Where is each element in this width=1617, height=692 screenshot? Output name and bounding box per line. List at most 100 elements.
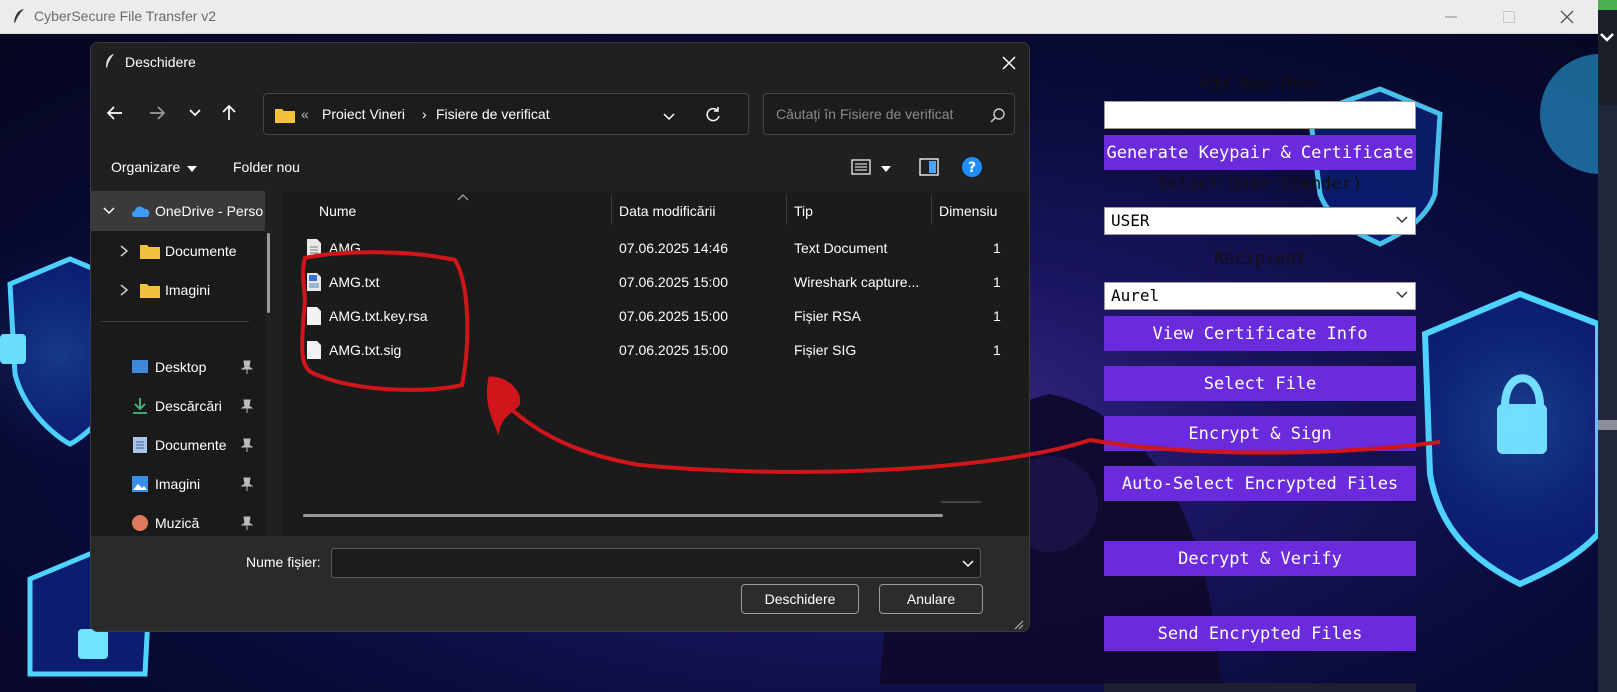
breadcrumb-overflow-icon[interactable]: «: [301, 106, 309, 122]
app-title: CyberSecure File Transfer v2: [34, 8, 217, 24]
organize-button[interactable]: Organizare: [111, 159, 180, 175]
close-dialog-icon[interactable]: [1001, 55, 1017, 71]
folder-icon: [140, 245, 160, 259]
file-date: 07.06.2025 15:00: [619, 342, 728, 358]
send-encrypted-button[interactable]: Send Encrypted Files: [1104, 616, 1416, 651]
back-arrow-icon[interactable]: [105, 103, 125, 123]
maximize-button[interactable]: [1480, 0, 1538, 34]
chevron-right-icon[interactable]: [119, 284, 129, 296]
app-titlebar: CyberSecure File Transfer v2: [0, 0, 1617, 34]
encrypt-sign-button[interactable]: Encrypt & Sign: [1104, 416, 1416, 451]
cancel-button[interactable]: Anulare: [879, 584, 983, 614]
chevron-down-icon[interactable]: [103, 207, 115, 215]
wireshark-file-icon: [307, 273, 321, 291]
caret-down-icon[interactable]: [881, 166, 891, 172]
file-row[interactable]: AMG.txt.key.rsa 07.06.2025 15:00 Fișier …: [281, 299, 1029, 333]
nav-item-imagini-quick[interactable]: Imagini: [91, 466, 265, 502]
forward-arrow-icon[interactable]: [147, 103, 167, 123]
file-type: Wireshark capture...: [794, 274, 920, 290]
chevron-down-icon[interactable]: [962, 560, 974, 568]
background-window-edge: [1598, 0, 1617, 10]
file-size: 1: [993, 240, 1001, 256]
nav-item-documente-quick[interactable]: Documente: [91, 427, 265, 463]
breadcrumb-item[interactable]: Fisiere de verificat: [436, 106, 550, 122]
file-row[interactable]: AMG.txt 07.06.2025 15:00 Wireshark captu…: [281, 265, 1029, 299]
minimize-icon: [1445, 16, 1457, 18]
dialog-toolbar: Organizare Folder nou ?: [91, 145, 1029, 191]
column-header-type[interactable]: Tip: [794, 203, 813, 219]
auto-select-button[interactable]: Auto-Select Encrypted Files: [1104, 466, 1416, 501]
sender-select[interactable]: USER: [1104, 207, 1416, 235]
nav-item-imagini[interactable]: Imagini: [91, 272, 265, 308]
breadcrumb-separator-icon: ›: [422, 106, 427, 122]
column-divider[interactable]: [931, 195, 932, 225]
text-file-icon: [307, 239, 321, 257]
new-user-input[interactable]: [1104, 101, 1416, 129]
minimize-button[interactable]: [1422, 0, 1480, 34]
dialog-titlebar: Deschidere: [91, 43, 1029, 81]
help-icon[interactable]: ?: [961, 156, 983, 178]
open-button[interactable]: Deschidere: [741, 584, 859, 614]
open-file-dialog: Deschidere « Proiect Vineri › Fisiere de…: [90, 42, 1030, 632]
nav-item-label: Imagini: [155, 476, 201, 492]
filename-input[interactable]: [331, 548, 981, 578]
view-certificate-button[interactable]: View Certificate Info: [1104, 316, 1416, 351]
nav-item-muzica[interactable]: Muzică: [91, 505, 265, 536]
new-folder-button[interactable]: Folder nou: [233, 159, 300, 175]
file-name: AMG.txt.sig: [329, 342, 402, 358]
nav-item-label: Documente: [165, 243, 237, 259]
horizontal-scrollbar-thumb[interactable]: [303, 514, 943, 517]
select-file-button[interactable]: Select File: [1104, 366, 1416, 401]
file-name: AMG.txt: [329, 274, 380, 290]
address-bar[interactable]: « Proiect Vineri › Fisiere de verificat: [263, 93, 749, 135]
pin-icon: [241, 438, 253, 452]
document-icon: [133, 437, 147, 453]
nav-item-descarcari[interactable]: Descărcări: [91, 388, 265, 424]
recent-locations-chevron-icon[interactable]: [185, 103, 205, 123]
generic-file-icon: [307, 307, 321, 325]
nav-item-onedrive[interactable]: OneDrive - Perso: [91, 193, 265, 229]
nav-item-desktop[interactable]: Desktop: [91, 349, 265, 385]
maximize-icon: [1503, 11, 1515, 23]
file-type: Text Document: [794, 240, 888, 256]
recipient-select[interactable]: Aurel: [1104, 282, 1416, 310]
breadcrumb-item[interactable]: Proiect Vineri: [322, 106, 405, 122]
desktop-icon: [132, 360, 148, 373]
download-icon: [133, 398, 147, 414]
file-type: Fișier SIG: [794, 342, 857, 358]
file-row[interactable]: AMG.txt.sig 07.06.2025 15:00 Fișier SIG …: [281, 333, 1029, 367]
column-divider[interactable]: [611, 195, 612, 225]
column-header-size[interactable]: Dimensiu: [939, 203, 997, 219]
column-header-date[interactable]: Data modificării: [619, 203, 715, 219]
resize-grip-icon[interactable]: [1014, 620, 1024, 630]
nav-item-documente[interactable]: Documente: [91, 233, 265, 269]
column-divider[interactable]: [786, 195, 787, 225]
sender-value: USER: [1111, 211, 1150, 230]
address-dropdown-icon[interactable]: [662, 109, 676, 123]
dialog-title: Deschidere: [125, 54, 196, 70]
chevron-down-icon: [1600, 33, 1614, 42]
add-user-label: Add New User: [1198, 74, 1322, 94]
file-list: Nume Data modificării Tip Dimensiu AMG 0…: [281, 191, 1029, 536]
decrypt-verify-button[interactable]: Decrypt & Verify: [1104, 541, 1416, 576]
background-window-strip: [1598, 10, 1617, 105]
up-arrow-icon[interactable]: [219, 103, 239, 123]
nav-scrollbar-thumb[interactable]: [267, 233, 270, 313]
feather-icon: [106, 54, 114, 68]
search-input[interactable]: Căutați în Fisiere de verificat: [763, 93, 1015, 135]
file-type: Fișier RSA: [794, 308, 861, 324]
close-window-button[interactable]: [1538, 0, 1596, 34]
view-options-icon[interactable]: [851, 159, 871, 175]
recipient-label: Recipient: [1213, 249, 1307, 269]
nav-item-label: Descărcări: [155, 398, 222, 414]
file-name: AMG: [329, 240, 361, 256]
chevron-right-icon[interactable]: [119, 245, 129, 257]
nav-item-label: OneDrive - Perso: [155, 203, 264, 219]
file-size: 1: [993, 342, 1001, 358]
preview-pane-icon[interactable]: [919, 158, 939, 176]
file-row[interactable]: AMG 07.06.2025 14:46 Text Document 1: [281, 231, 1029, 265]
generate-keypair-button[interactable]: Generate Keypair & Certificate: [1104, 135, 1416, 170]
refresh-icon[interactable]: [704, 106, 722, 124]
background-window-area: [1598, 105, 1617, 692]
column-header-name[interactable]: Nume: [319, 203, 356, 219]
